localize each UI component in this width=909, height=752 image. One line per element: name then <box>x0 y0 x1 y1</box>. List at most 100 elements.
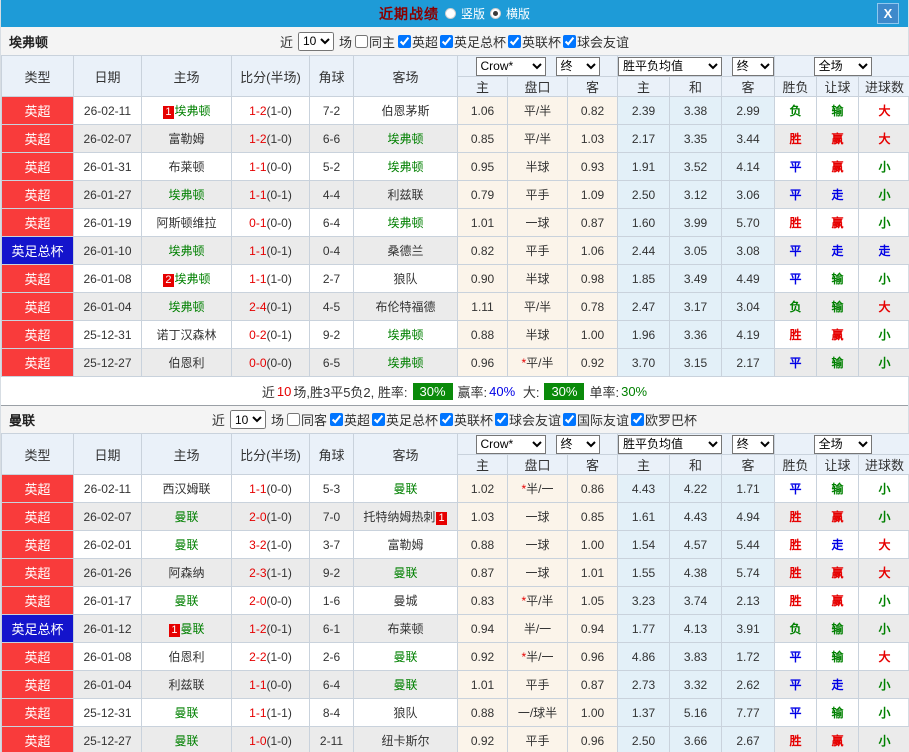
competition-badge: 英超 <box>2 643 74 671</box>
league-filter[interactable]: 英超 <box>398 32 438 51</box>
league-label: 英足总杯 <box>454 32 506 51</box>
result-cell: 平 <box>775 475 817 503</box>
result-cell: 负 <box>775 97 817 125</box>
team-name: 曼联 <box>393 482 417 496</box>
league-filter[interactable]: 国际友谊 <box>563 410 629 429</box>
result-cell: 胜 <box>775 587 817 615</box>
odds-final-select[interactable]: 终 <box>556 435 600 454</box>
competition-badge: 英超 <box>2 265 74 293</box>
avg-select[interactable]: 胜平负均值 <box>618 57 722 76</box>
league-checkbox-input[interactable] <box>495 413 508 426</box>
corners-cell: 6-6 <box>310 125 354 153</box>
odds-home-cell: 0.92 <box>458 643 508 671</box>
handicap-cell: *半/一 <box>508 475 568 503</box>
handicap-result-cell: 走 <box>817 237 859 265</box>
league-checkbox-input[interactable] <box>398 35 411 48</box>
odds-home-cell: 0.88 <box>458 321 508 349</box>
odds-home-cell: 1.02 <box>458 475 508 503</box>
near-label: 近 <box>280 32 293 51</box>
result-text: 胜 <box>790 132 802 146</box>
score-halftime: (0-1) <box>267 300 292 314</box>
home-team-cell: 曼联 <box>142 727 232 752</box>
league-checkbox-input[interactable] <box>372 413 385 426</box>
league-filter[interactable]: 英足总杯 <box>440 32 506 51</box>
avg-select[interactable]: 胜平负均值 <box>618 435 722 454</box>
corners-cell: 4-5 <box>310 293 354 321</box>
league-checkbox-input[interactable] <box>440 413 453 426</box>
score-cell: 2-3(1-1) <box>232 559 310 587</box>
league-checkbox-list: 英超英足总杯英联杯球会友谊 <box>398 32 629 51</box>
handicap-text: 平/半 <box>524 300 551 314</box>
home-team-cell: 曼联 <box>142 699 232 727</box>
section-bar-everton: 埃弗顿 近 10 场 同主 英超英足总杯英联杯球会友谊 <box>1 27 908 55</box>
goals-text: 小 <box>879 594 891 608</box>
handicap-result-cell: 输 <box>817 615 859 643</box>
score-fulltime: 1-2 <box>249 622 266 636</box>
league-checkbox-input[interactable] <box>440 35 453 48</box>
league-checkbox-input[interactable] <box>631 413 644 426</box>
score-fulltime: 1-1 <box>249 482 266 496</box>
avg-draw-cell: 3.38 <box>670 97 722 125</box>
team-name: 曼联 <box>174 510 198 524</box>
avg-home-cell: 1.91 <box>618 153 670 181</box>
same-away-checkbox-input[interactable] <box>287 413 300 426</box>
avg-final-select[interactable]: 终 <box>732 435 774 454</box>
handicap-result-text: 走 <box>832 538 844 552</box>
league-checkbox-input[interactable] <box>330 413 343 426</box>
team-name: 阿斯顿维拉 <box>156 216 216 230</box>
odds-home-cell: 0.87 <box>458 559 508 587</box>
handicap-result-text: 输 <box>832 706 844 720</box>
handicap-text: 平手 <box>525 244 549 258</box>
league-filter[interactable]: 欧罗巴杯 <box>631 410 697 429</box>
close-button[interactable]: X <box>877 3 899 24</box>
away-team-cell: 曼联 <box>354 643 458 671</box>
recent-count-select[interactable]: 10 <box>230 410 266 429</box>
score-cell: 1-1(1-1) <box>232 699 310 727</box>
same-venue-checkbox[interactable]: 同主 <box>355 32 395 51</box>
goals-text: 大 <box>879 538 891 552</box>
goals-cell: 走 <box>859 237 909 265</box>
league-checkbox-input[interactable] <box>563 413 576 426</box>
avg-draw-cell: 3.83 <box>670 643 722 671</box>
league-filter[interactable]: 英联杯 <box>440 410 493 429</box>
corners-cell: 5-3 <box>310 475 354 503</box>
col-avg-home: 主 <box>618 77 670 97</box>
odds-final-select[interactable]: 终 <box>556 57 600 76</box>
avg-home-cell: 1.55 <box>618 559 670 587</box>
score-cell: 0-2(0-1) <box>232 321 310 349</box>
handicap-result-text: 赢 <box>832 160 844 174</box>
competition-badge: 英超 <box>2 181 74 209</box>
avg-draw-cell: 3.15 <box>670 349 722 377</box>
handicap-cell: *平/半 <box>508 587 568 615</box>
same-venue-checkbox[interactable]: 同客 <box>287 410 327 429</box>
avg-draw-cell: 3.49 <box>670 265 722 293</box>
scope-select[interactable]: 全场 <box>814 57 872 76</box>
scope-select[interactable]: 全场 <box>814 435 872 454</box>
league-filter[interactable]: 球会友谊 <box>495 410 561 429</box>
recent-count-select[interactable]: 10 <box>298 32 334 51</box>
avg-final-select[interactable]: 终 <box>732 57 774 76</box>
odds-away-cell: 0.96 <box>568 643 618 671</box>
same-home-checkbox-input[interactable] <box>355 35 368 48</box>
handicap-result-cell: 走 <box>817 671 859 699</box>
col-home: 主场 <box>142 56 232 97</box>
league-filter[interactable]: 英超 <box>330 410 370 429</box>
league-checkbox-input[interactable] <box>508 35 521 48</box>
odds-away-cell: 0.78 <box>568 293 618 321</box>
vertical-layout-radio[interactable] <box>445 8 456 19</box>
league-filter[interactable]: 英联杯 <box>508 32 561 51</box>
score-fulltime: 1-1 <box>249 678 266 692</box>
score-fulltime: 1-1 <box>249 160 266 174</box>
avg-away-cell: 2.67 <box>722 727 775 752</box>
league-checkbox-input[interactable] <box>563 35 576 48</box>
bookmaker-select[interactable]: Crow* <box>476 57 546 76</box>
corners-cell: 6-5 <box>310 349 354 377</box>
league-label: 英超 <box>412 32 438 51</box>
team-name: 利兹联 <box>387 188 423 202</box>
match-row: 英超26-01-08伯恩利2-2(1-0)2-6曼联0.92*半/一0.964.… <box>2 643 909 671</box>
league-filter[interactable]: 球会友谊 <box>563 32 629 51</box>
league-filter[interactable]: 英足总杯 <box>372 410 438 429</box>
horizontal-layout-radio[interactable] <box>490 8 501 19</box>
match-row: 英超26-01-27埃弗顿1-1(0-1)4-4利兹联0.79平手1.092.5… <box>2 181 909 209</box>
bookmaker-select[interactable]: Crow* <box>476 435 546 454</box>
